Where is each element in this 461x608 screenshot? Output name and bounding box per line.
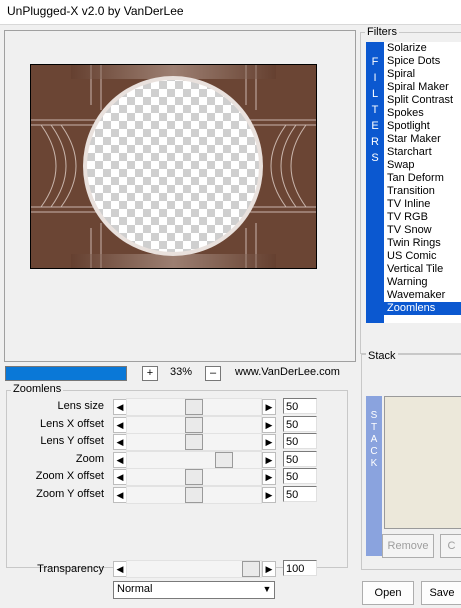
filter-list-item[interactable]: Spiral Maker <box>384 81 461 94</box>
zoomlens-row-value[interactable]: 50 <box>283 468 317 484</box>
zoomlens-row-decrease-button[interactable]: ◀ <box>113 417 127 433</box>
filter-list-item[interactable]: Warning <box>384 276 461 289</box>
filter-list-item[interactable]: Tan Deform <box>384 172 461 185</box>
filter-list-item[interactable]: Spiral <box>384 68 461 81</box>
remove-button[interactable]: Remove <box>382 534 434 558</box>
zoomlens-row-label: Lens Y offset <box>40 435 104 447</box>
zoomlens-row-decrease-button[interactable]: ◀ <box>113 469 127 485</box>
stack-tab-letter: T <box>370 422 378 433</box>
zoomlens-row-label: Zoom X offset <box>35 470 104 482</box>
filter-list-item[interactable]: US Comic <box>384 250 461 263</box>
transparency-decrease-button[interactable]: ◀ <box>113 561 127 577</box>
filter-list-item[interactable]: Split Contrast <box>384 94 461 107</box>
filters-tab-letter: T <box>371 104 379 116</box>
zoomlens-row-label: Lens size <box>57 400 104 412</box>
open-button[interactable]: Open <box>362 581 414 605</box>
filters-tab-letter: L <box>371 88 379 100</box>
stack-tab-letter: K <box>370 458 378 469</box>
blend-mode-value: Normal <box>117 583 153 595</box>
zoomlens-row-label: Lens X offset <box>39 418 104 430</box>
filter-list-item[interactable]: Spice Dots <box>384 55 461 68</box>
filters-tab-letter: S <box>371 152 379 164</box>
filter-list-item[interactable]: Star Maker <box>384 133 461 146</box>
zoomlens-row-increase-button[interactable]: ▶ <box>262 487 276 503</box>
filters-group-title: Filters <box>365 26 399 38</box>
preview-image[interactable] <box>30 64 317 269</box>
zoomlens-row-label: Zoom <box>75 453 104 465</box>
zoomlens-row-slider[interactable] <box>126 451 262 469</box>
filter-list-item[interactable]: Twin Rings <box>384 237 461 250</box>
filters-tab[interactable]: FILTERS <box>366 42 384 323</box>
zoomlens-row-increase-button[interactable]: ▶ <box>262 434 276 450</box>
zoomlens-row-slider-thumb[interactable] <box>185 417 203 433</box>
zoomlens-row-increase-button[interactable]: ▶ <box>262 399 276 415</box>
zoomlens-row-decrease-button[interactable]: ◀ <box>113 434 127 450</box>
stack-tab[interactable]: STACK <box>366 396 382 556</box>
zoomlens-row-decrease-button[interactable]: ◀ <box>113 399 127 415</box>
zoomlens-row-increase-button[interactable]: ▶ <box>262 452 276 468</box>
zoomlens-row-increase-button[interactable]: ▶ <box>262 417 276 433</box>
zoomlens-row-value[interactable]: 50 <box>283 416 317 432</box>
filter-list-item[interactable]: Zoomlens <box>384 302 461 315</box>
zoomlens-row-slider-thumb[interactable] <box>185 399 203 415</box>
transparency-slider-thumb[interactable] <box>242 561 260 577</box>
zoomlens-row-value[interactable]: 50 <box>283 433 317 449</box>
filter-list-item[interactable]: Wavemaker <box>384 289 461 302</box>
filter-list-item[interactable]: TV Inline <box>384 198 461 211</box>
filter-list-item[interactable]: TV Snow <box>384 224 461 237</box>
filter-list-item[interactable]: Spokes <box>384 107 461 120</box>
zoomlens-row-value[interactable]: 50 <box>283 451 317 467</box>
preview-artwork <box>31 65 316 268</box>
filter-list-item[interactable]: Spotlight <box>384 120 461 133</box>
zoomlens-row-label: Zoom Y offset <box>36 488 104 500</box>
filters-tab-letter: F <box>371 56 379 68</box>
zoom-level: 33% <box>170 366 193 378</box>
zoomlens-row-increase-button[interactable]: ▶ <box>262 469 276 485</box>
zoomlens-row-value[interactable]: 50 <box>283 486 317 502</box>
stack-group-title: Stack <box>366 350 398 362</box>
filter-list-item[interactable]: Solarize <box>384 42 461 55</box>
zoomlens-row-value[interactable]: 50 <box>283 398 317 414</box>
zoom-out-button[interactable]: – <box>205 366 221 381</box>
filters-tab-letter: E <box>371 120 379 132</box>
filter-list-item[interactable]: Swap <box>384 159 461 172</box>
filters-tab-letter: R <box>371 136 379 148</box>
zoomlens-row-decrease-button[interactable]: ◀ <box>113 452 127 468</box>
zoomlens-row-slider-thumb[interactable] <box>185 434 203 450</box>
stack-tab-letter: S <box>370 410 378 421</box>
stack-tab-letter: A <box>370 434 378 445</box>
filter-list-item[interactable]: Vertical Tile <box>384 263 461 276</box>
zoomlens-row-slider-thumb[interactable] <box>215 452 233 468</box>
chevron-down-icon[interactable]: ▼ <box>261 583 273 596</box>
transparency-label: Transparency <box>37 563 104 575</box>
zoomlens-row-slider-thumb[interactable] <box>185 487 203 503</box>
save-button[interactable]: Save <box>421 581 461 605</box>
clear-button[interactable]: C <box>440 534 461 558</box>
transparency-value[interactable]: 100 <box>283 560 317 576</box>
stack-tab-letter: C <box>370 446 378 457</box>
render-progress-fill <box>6 367 126 380</box>
filters-list[interactable]: Solarize Spice Dots Spiral Spiral Maker Spli… <box>384 42 461 323</box>
transparency-increase-button[interactable]: ▶ <box>262 561 276 577</box>
filter-list-item[interactable]: TV RGB <box>384 211 461 224</box>
zoom-in-button[interactable]: + <box>142 366 158 381</box>
stack-list[interactable] <box>384 396 461 529</box>
zoomlens-row-decrease-button[interactable]: ◀ <box>113 487 127 503</box>
filters-tab-letter: I <box>373 72 377 84</box>
blend-mode-select[interactable]: Normal ▼ <box>113 581 275 599</box>
window-title: UnPlugged-X v2.0 by VanDerLee <box>7 4 184 18</box>
filter-list-item[interactable]: Starchart <box>384 146 461 159</box>
zoomlens-row-slider-thumb[interactable] <box>185 469 203 485</box>
render-progress-bar <box>5 366 127 381</box>
zoomlens-group-title: Zoomlens <box>11 383 64 395</box>
website-link[interactable]: www.VanDerLee.com <box>235 366 340 378</box>
filter-list-item[interactable]: Transition <box>384 185 461 198</box>
title-bar: UnPlugged-X v2.0 by VanDerLee <box>0 0 461 25</box>
